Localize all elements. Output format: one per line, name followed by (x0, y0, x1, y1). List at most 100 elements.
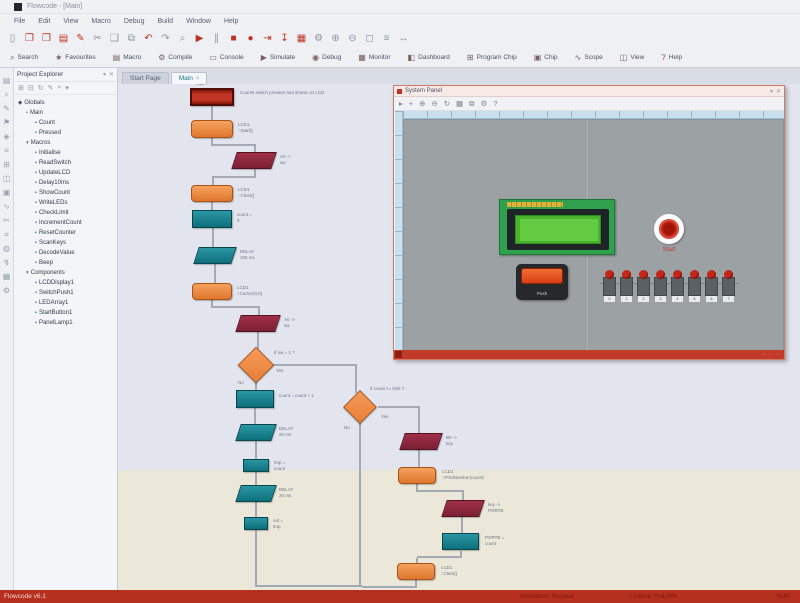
led-component[interactable]: 7 (722, 270, 735, 302)
side-strip-icon[interactable]: ◍ (3, 244, 10, 253)
tree-item[interactable]: ▪ Initialise (17, 148, 117, 158)
tab-close-icon[interactable]: × (196, 76, 200, 82)
tree-item[interactable]: ▾ Components (17, 268, 117, 278)
ribbon-button[interactable]: ◫ View (616, 51, 649, 64)
ribbon-button[interactable]: ▶ Simulate (257, 51, 299, 64)
tree-item[interactable]: ▪ LEDArray1 (17, 298, 117, 308)
toolbar-icon[interactable]: ✂ (91, 31, 104, 45)
tree-item[interactable]: ▪ LCDDisplay1 (17, 278, 117, 288)
panel-tool-icon[interactable]: ▸ (399, 99, 403, 108)
toolbar-icon[interactable]: ⚙ (312, 31, 325, 45)
led-component[interactable]: 2 (637, 270, 650, 302)
ribbon-button[interactable]: ⌕ Search (6, 51, 42, 65)
simulation-canvas[interactable]: Start Push 0 1 (403, 119, 784, 351)
led-component[interactable]: 1 (620, 270, 633, 302)
panel-close-icon[interactable]: ✕ (776, 88, 781, 95)
tree-item[interactable]: ▪ Main (17, 108, 117, 118)
toolbar-icon[interactable]: ↔ (397, 31, 410, 45)
explorer-tool-icon[interactable]: ⊞ (18, 84, 24, 92)
tree-item[interactable]: ▪ IncrementCount (17, 218, 117, 228)
flow-call-macro-node[interactable] (398, 467, 436, 484)
toolbar-icon[interactable]: ❐ (23, 31, 36, 45)
toolbar-icon[interactable]: ≡ (380, 31, 393, 45)
tree-item[interactable]: ▪ ReadSwitch (17, 158, 117, 168)
tree-item[interactable]: ▪ CheckLimit (17, 208, 117, 218)
side-strip-icon[interactable]: ◫ (3, 174, 11, 183)
tree-item[interactable]: ▪ PanelLamp1 (17, 318, 117, 328)
tab-start-page[interactable]: Start Page (122, 72, 169, 84)
flow-call-macro-node[interactable] (192, 283, 232, 300)
toolbar-icon[interactable]: ⊖ (346, 31, 359, 45)
menu-item[interactable]: Debug (124, 18, 145, 25)
explorer-tool-icon[interactable]: ⌕ (58, 84, 62, 92)
flow-calculation-node[interactable] (243, 459, 269, 472)
toolbar-icon[interactable]: ⧉ (125, 31, 138, 45)
panel-pin-icon[interactable]: ▾ (103, 71, 106, 78)
led-component[interactable]: 6 (705, 270, 718, 302)
tree-item[interactable]: ▪ Delay10ms (17, 178, 117, 188)
push-switch-button[interactable] (521, 268, 563, 284)
flow-call-macro-node[interactable] (191, 120, 233, 138)
menu-item[interactable]: File (14, 18, 25, 25)
ribbon-button[interactable]: ◧ Dashboard (404, 51, 454, 64)
menu-item[interactable]: Build (157, 18, 173, 25)
panel-tool-icon[interactable]: ? (493, 99, 497, 108)
menu-item[interactable]: Help (224, 18, 238, 25)
panel-tool-icon[interactable]: ▦ (456, 99, 463, 108)
flow-input-node[interactable] (235, 315, 281, 332)
toolbar-icon[interactable]: ❒ (40, 31, 53, 45)
explorer-tool-icon[interactable]: ✎ (48, 84, 54, 92)
panel-minimize-icon[interactable]: ▾ (770, 88, 773, 95)
toolbar-icon[interactable]: ↶ (142, 31, 155, 45)
panel-tool-icon[interactable]: ⊕ (419, 99, 425, 108)
toolbar-icon[interactable]: ■ (227, 31, 240, 45)
tab-main[interactable]: Main × (171, 72, 208, 84)
flow-calculation-node[interactable] (442, 533, 479, 550)
tree-item[interactable]: ▾ Macros (17, 138, 117, 148)
explorer-tool-icon[interactable]: ↻ (38, 84, 44, 92)
panel-tool-icon[interactable]: ↻ (444, 99, 450, 108)
toolbar-icon[interactable]: ❏ (108, 31, 121, 45)
led-component[interactable]: 4 (671, 270, 684, 302)
toolbar-icon[interactable]: ⊕ (329, 31, 342, 45)
system-panel-window[interactable]: System Panel ▾ ✕ ▸+⊕⊖↻▦⧉⚙? Start Push (393, 85, 785, 360)
ribbon-button[interactable]: ▤ Macro (109, 51, 146, 64)
tree-item[interactable]: ▪ WriteLEDs (17, 198, 117, 208)
tree-item[interactable]: ▪ ResetCounter (17, 228, 117, 238)
menu-item[interactable]: Window (186, 18, 211, 25)
tree-item[interactable]: ▪ UpdateLCD (17, 168, 117, 178)
led-component[interactable]: 3 (654, 270, 667, 302)
tree-item[interactable]: ◆ Globals (17, 98, 117, 108)
tree-item[interactable]: ▪ ShowCount (17, 188, 117, 198)
toolbar-icon[interactable]: ▶ (193, 31, 206, 45)
side-strip-icon[interactable]: ▤ (3, 76, 11, 85)
toolbar-icon[interactable]: ⌕ (176, 31, 189, 45)
lcd-display-component[interactable] (499, 199, 615, 255)
tree-item[interactable]: ▪ ScanKeys (17, 238, 117, 248)
flow-decision-node[interactable] (238, 347, 275, 384)
flow-call-macro-node[interactable] (191, 185, 233, 202)
flow-calculation-node[interactable] (244, 517, 268, 530)
tree-item[interactable]: ▪ StartButton1 (17, 308, 117, 318)
side-strip-icon[interactable]: ⊞ (3, 160, 10, 169)
ribbon-button[interactable]: ◉ Debug (308, 51, 345, 64)
side-strip-icon[interactable]: ≡ (4, 146, 9, 155)
toolbar-icon[interactable]: ↧ (278, 31, 291, 45)
toolbar-icon[interactable]: ▯ (6, 31, 19, 45)
side-strip-icon[interactable]: ▣ (3, 188, 11, 197)
flow-delay-node[interactable] (235, 424, 277, 441)
ribbon-button[interactable]: ∿ Scope (571, 51, 607, 64)
flow-delay-node[interactable] (235, 485, 277, 502)
flow-begin-node[interactable] (190, 88, 234, 106)
ribbon-button[interactable]: ▣ Chip (530, 51, 562, 64)
panel-tool-icon[interactable]: ⧉ (469, 99, 474, 109)
tree-item[interactable]: ▪ Count (17, 118, 117, 128)
explorer-tool-icon[interactable]: ▾ (65, 84, 69, 92)
toolbar-icon[interactable]: ∥ (210, 31, 223, 45)
tree-item[interactable]: ▪ DecodeValue (17, 248, 117, 258)
side-strip-icon[interactable]: ◈ (3, 132, 9, 141)
tree-item[interactable]: ▪ SwitchPush1 (17, 288, 117, 298)
side-strip-icon[interactable]: ✎ (3, 104, 10, 113)
start-button-component[interactable] (654, 214, 684, 244)
flow-call-macro-node[interactable] (397, 563, 435, 580)
